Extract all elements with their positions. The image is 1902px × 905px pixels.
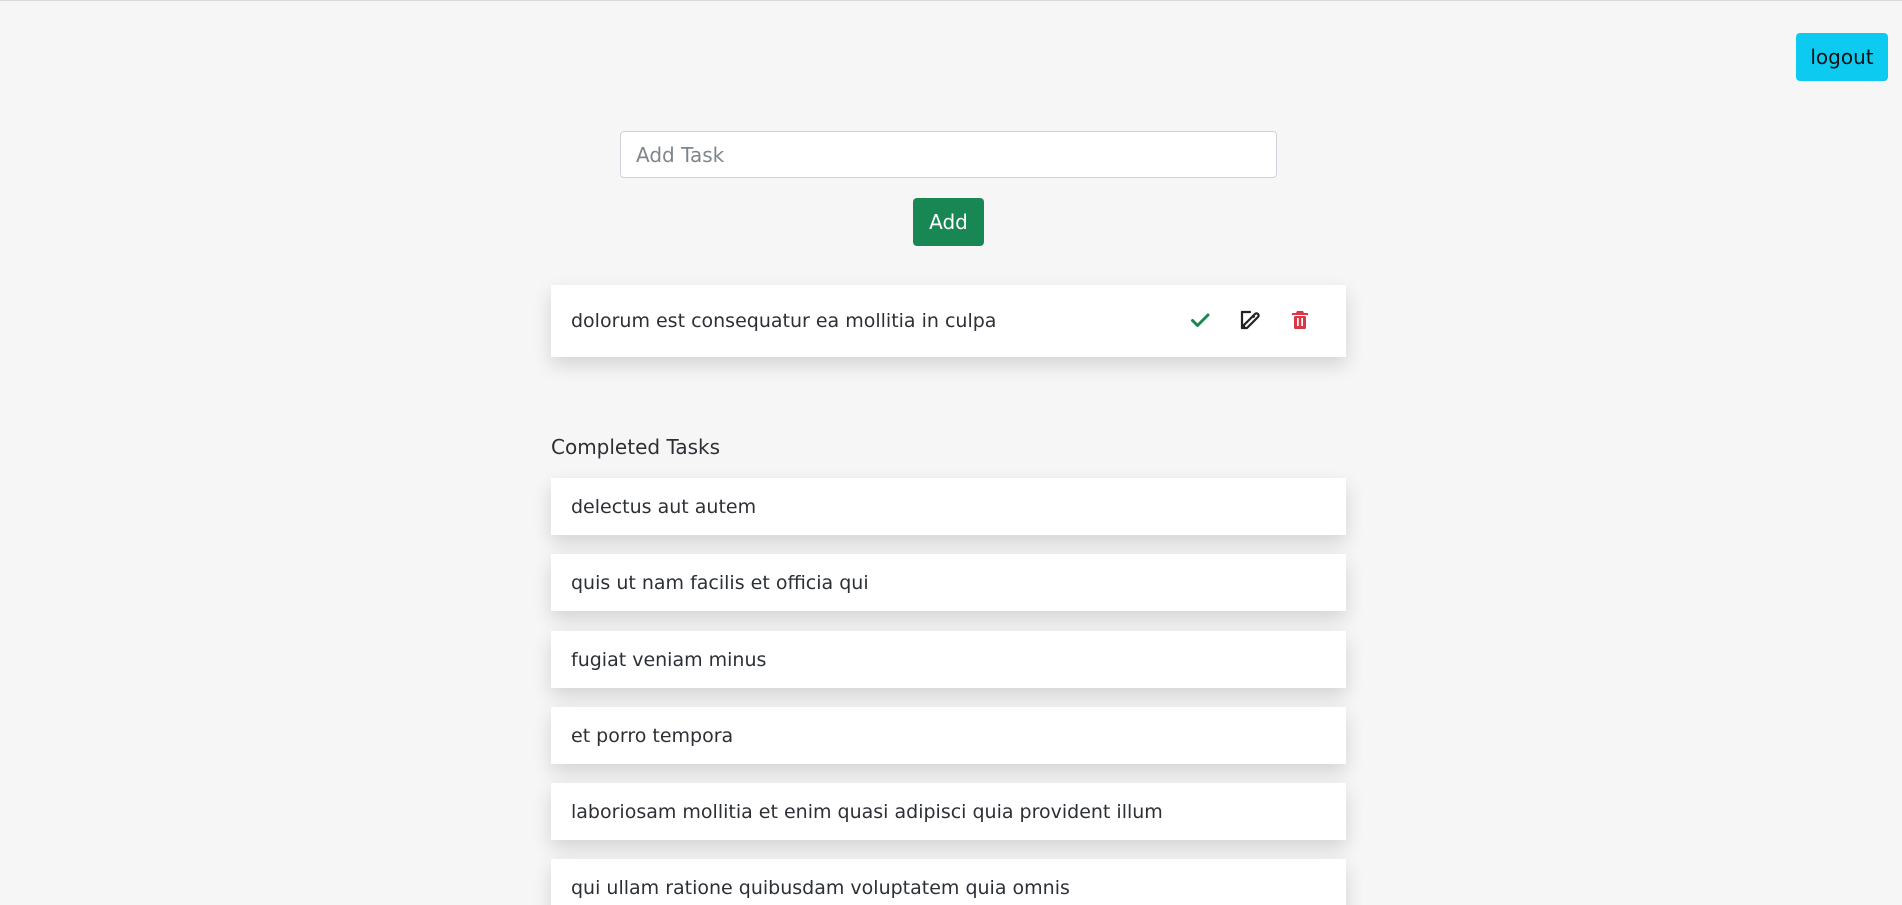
trash-icon <box>1288 308 1312 335</box>
complete-task-button[interactable] <box>1184 305 1216 337</box>
completed-task-text: delectus aut autem <box>571 495 757 518</box>
completed-task-text: laboriosam mollitia et enim quasi adipis… <box>571 800 1163 823</box>
edit-icon <box>1238 308 1262 335</box>
add-task-input[interactable] <box>620 131 1277 178</box>
completed-task-card: qui ullam ratione quibusdam voluptatem q… <box>551 859 1346 905</box>
completed-tasks-title: Completed Tasks <box>551 435 721 459</box>
completed-task-text: qui ullam ratione quibusdam voluptatem q… <box>571 876 1070 899</box>
completed-task-text: fugiat veniam minus <box>571 648 767 671</box>
completed-task-card: laboriosam mollitia et enim quasi adipis… <box>551 783 1346 840</box>
edit-task-button[interactable] <box>1234 305 1266 337</box>
check-icon <box>1188 308 1212 335</box>
completed-task-card: fugiat veniam minus <box>551 631 1346 688</box>
completed-task-text: et porro tempora <box>571 724 734 747</box>
completed-task-card: et porro tempora <box>551 707 1346 764</box>
delete-task-button[interactable] <box>1284 305 1316 337</box>
completed-task-card: delectus aut autem <box>551 478 1346 535</box>
active-task-card: dolorum est consequatur ea mollitia in c… <box>551 285 1346 357</box>
active-task-text: dolorum est consequatur ea mollitia in c… <box>571 310 997 332</box>
add-task-button[interactable]: Add <box>913 198 984 246</box>
completed-task-card: quis ut nam facilis et officia qui <box>551 554 1346 611</box>
todo-page: logout Add dolorum est consequatur ea mo… <box>0 0 1902 905</box>
task-actions <box>1184 305 1316 337</box>
completed-task-text: quis ut nam facilis et officia qui <box>571 571 869 594</box>
logout-button[interactable]: logout <box>1796 33 1888 81</box>
